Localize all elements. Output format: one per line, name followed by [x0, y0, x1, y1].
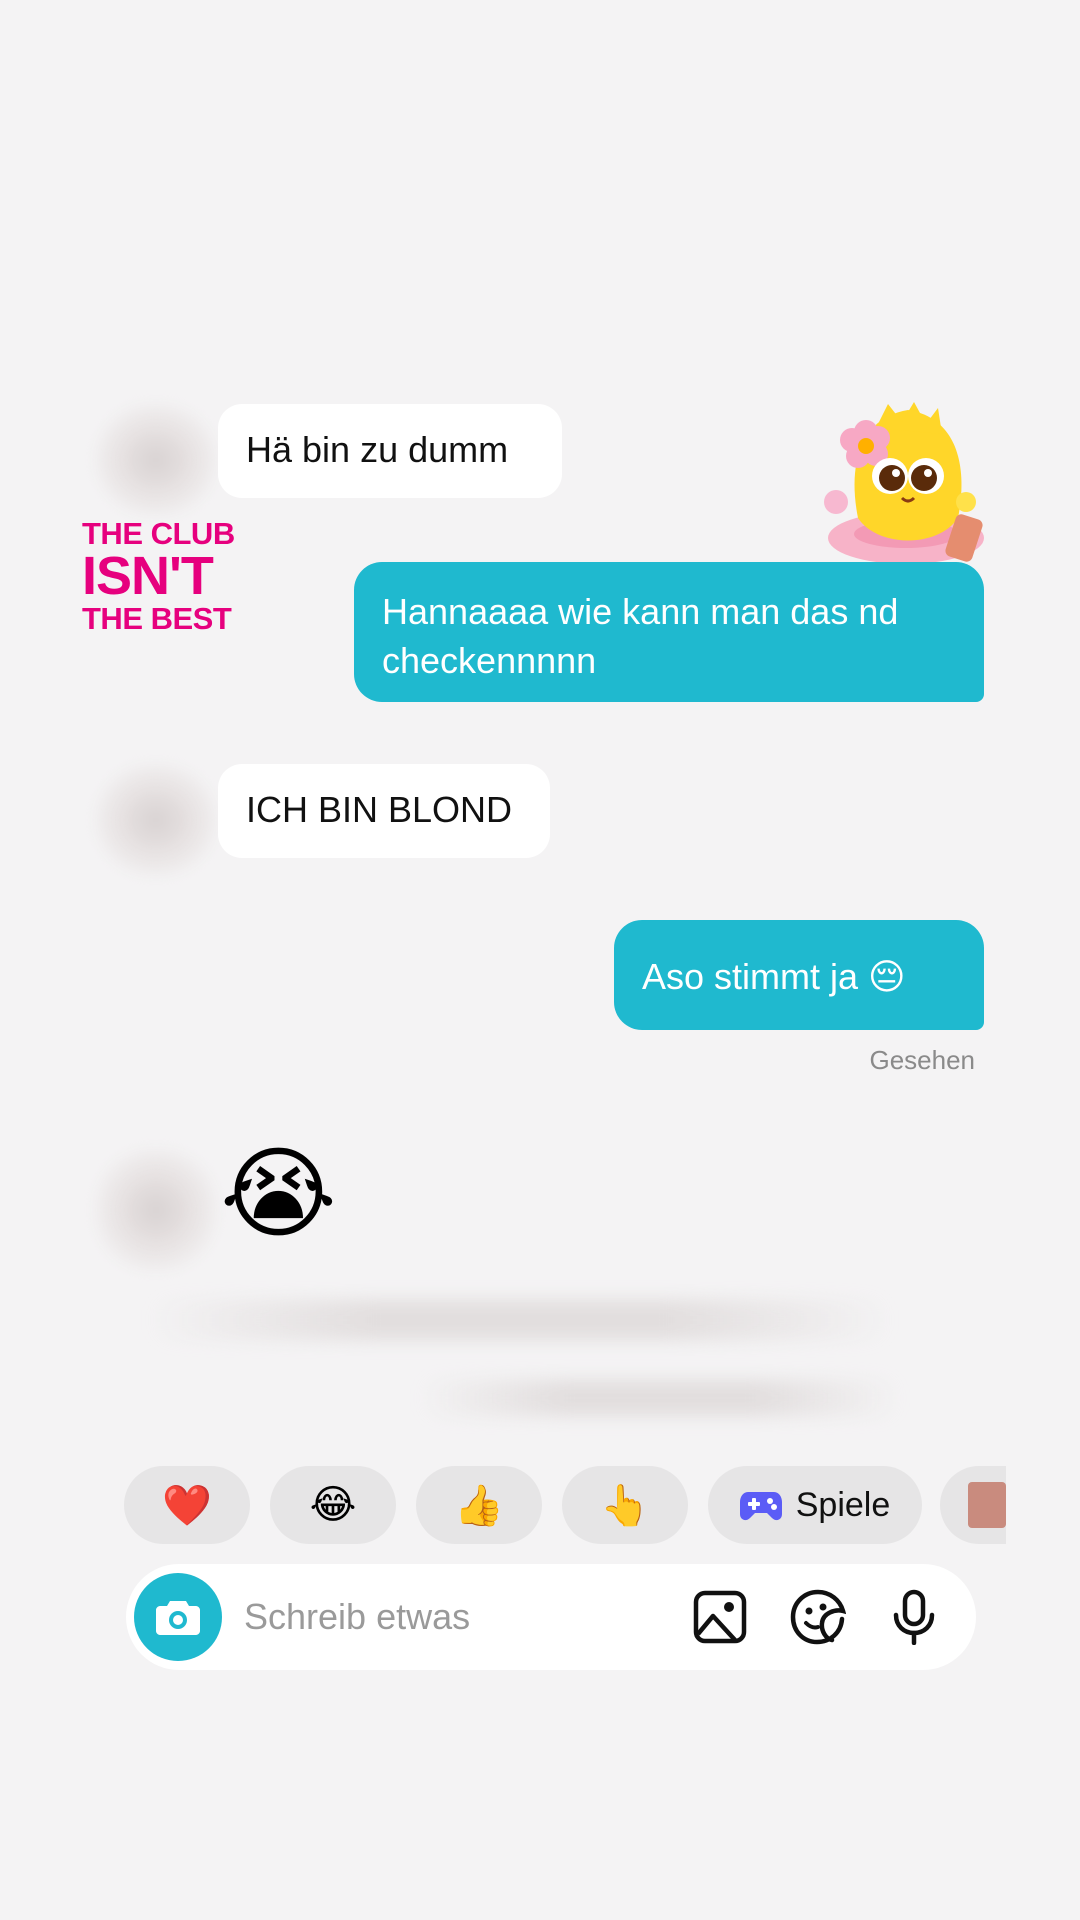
message-composer — [126, 1564, 976, 1670]
reaction-heart-button[interactable]: ❤️ — [124, 1466, 250, 1544]
incoming-message[interactable]: ICH BIN BLOND — [218, 764, 550, 858]
sticker[interactable] — [818, 398, 998, 578]
pointing-up-icon: 👆 — [600, 1483, 650, 1528]
message-text: ICH BIN BLOND — [246, 789, 513, 830]
watermark-logo: THE CLUB ISN'T THE BEST — [82, 518, 235, 634]
logo-line-3: THE BEST — [82, 601, 232, 636]
laughing-face-icon: 😂 — [309, 1483, 357, 1527]
sticker-smiley-icon — [790, 1589, 846, 1645]
gallery-button[interactable] — [692, 1589, 748, 1645]
blurred-region — [150, 1300, 890, 1340]
message-input[interactable] — [244, 1589, 664, 1645]
camera-button[interactable] — [134, 1573, 222, 1661]
sticker-thumbnail-icon — [968, 1482, 1006, 1528]
message-text: Hä bin zu dumm — [246, 429, 509, 470]
message-text: Hannaaaa wie kann man das nd checkennnnn — [382, 591, 899, 681]
avatar[interactable] — [96, 1150, 216, 1270]
voice-message-button[interactable] — [886, 1589, 942, 1645]
avatar[interactable] — [96, 765, 216, 875]
incoming-message[interactable]: Hä bin zu dumm — [218, 404, 562, 498]
gamepad-icon — [739, 1492, 782, 1521]
message-text: Aso stimmt ja 😔 — [642, 956, 906, 997]
thumbs-up-icon: 👍 — [454, 1483, 504, 1528]
reaction-pointing-up-button[interactable]: 👆 — [562, 1466, 688, 1544]
games-label: Spiele — [795, 1485, 891, 1524]
sticker-character-icon — [824, 402, 984, 564]
seen-status: Gesehen — [869, 1045, 975, 1075]
outgoing-message[interactable]: Hannaaaa wie kann man das nd checkennnnn — [354, 562, 984, 702]
incoming-emoji-message[interactable]: 😭 — [220, 1134, 337, 1254]
blurred-region — [420, 1380, 900, 1416]
message-text: 😭 — [220, 1138, 337, 1250]
microphone-icon — [893, 1589, 935, 1645]
games-button[interactable]: Spiele — [708, 1466, 922, 1544]
camera-icon — [156, 1601, 200, 1635]
sticker-chip-button[interactable] — [940, 1466, 1006, 1544]
logo-line-2: ISN'T — [82, 546, 214, 606]
sticker-button[interactable] — [790, 1589, 846, 1645]
reaction-laugh-button[interactable]: 😂 — [270, 1466, 396, 1544]
avatar[interactable] — [96, 405, 216, 515]
logo-line-1: THE CLUB — [82, 516, 235, 551]
outgoing-message[interactable]: Aso stimmt ja 😔 — [614, 920, 984, 1030]
reaction-thumbs-up-button[interactable]: 👍 — [416, 1466, 542, 1544]
image-icon — [693, 1590, 747, 1644]
heart-icon: ❤️ — [162, 1483, 212, 1528]
quick-reactions-bar: ❤️ 😂 👍 👆 Spiele — [124, 1466, 1006, 1544]
